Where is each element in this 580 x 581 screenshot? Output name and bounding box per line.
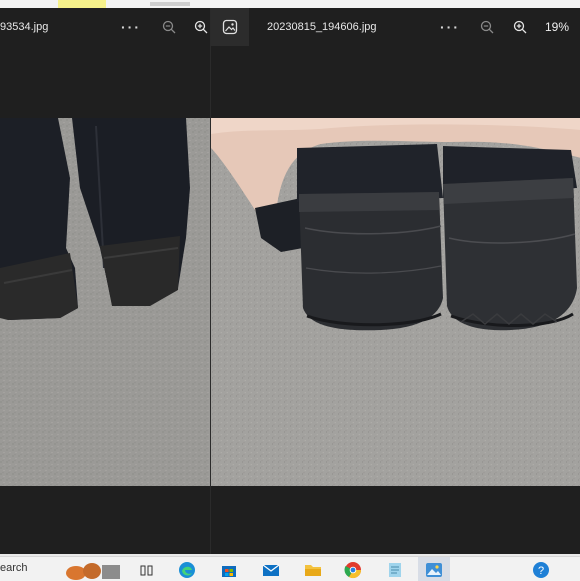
taskbar-search-box[interactable]: earch <box>0 562 28 574</box>
photo-boot-heels-held <box>211 118 580 486</box>
desktop-background <box>0 0 580 8</box>
file-name: 20230815_194606.jpg <box>267 21 377 33</box>
search-highlight-image <box>62 559 122 581</box>
title-bar[interactable]: 20230815_194606.jpg ··· 19% <box>211 8 580 46</box>
desktop-highlight <box>58 0 106 8</box>
photo-viewer-right[interactable]: 20230815_194606.jpg ··· 19% <box>210 8 580 554</box>
photos-app-icon[interactable] <box>211 8 249 46</box>
zoom-in-icon[interactable] <box>190 16 210 38</box>
zoom-out-icon[interactable] <box>476 16 498 38</box>
photo-viewer-left[interactable]: 93534.jpg ··· <box>0 8 210 554</box>
ellipsis-icon[interactable]: ··· <box>120 16 142 38</box>
mail-icon[interactable] <box>260 559 282 581</box>
chrome-icon[interactable] <box>342 559 364 581</box>
taskbar: earch ? <box>0 556 580 581</box>
edge-icon[interactable] <box>176 559 198 581</box>
file-explorer-icon[interactable] <box>302 559 324 581</box>
zoom-level: 19% <box>545 20 570 34</box>
photos-icon[interactable] <box>423 559 445 581</box>
file-name: 93534.jpg <box>0 21 49 33</box>
zoom-out-icon[interactable] <box>158 16 180 38</box>
title-bar[interactable]: 93534.jpg ··· <box>0 8 210 46</box>
svg-text:?: ? <box>538 565 544 577</box>
help-icon[interactable]: ? <box>530 559 552 581</box>
zoom-in-icon[interactable] <box>509 16 531 38</box>
ellipsis-icon[interactable]: ··· <box>439 16 461 38</box>
task-view-icon[interactable] <box>136 559 158 581</box>
store-icon[interactable] <box>218 559 240 581</box>
photo-boots-back <box>0 118 210 486</box>
notepad-icon[interactable] <box>384 559 406 581</box>
desktop-strip <box>150 2 190 6</box>
